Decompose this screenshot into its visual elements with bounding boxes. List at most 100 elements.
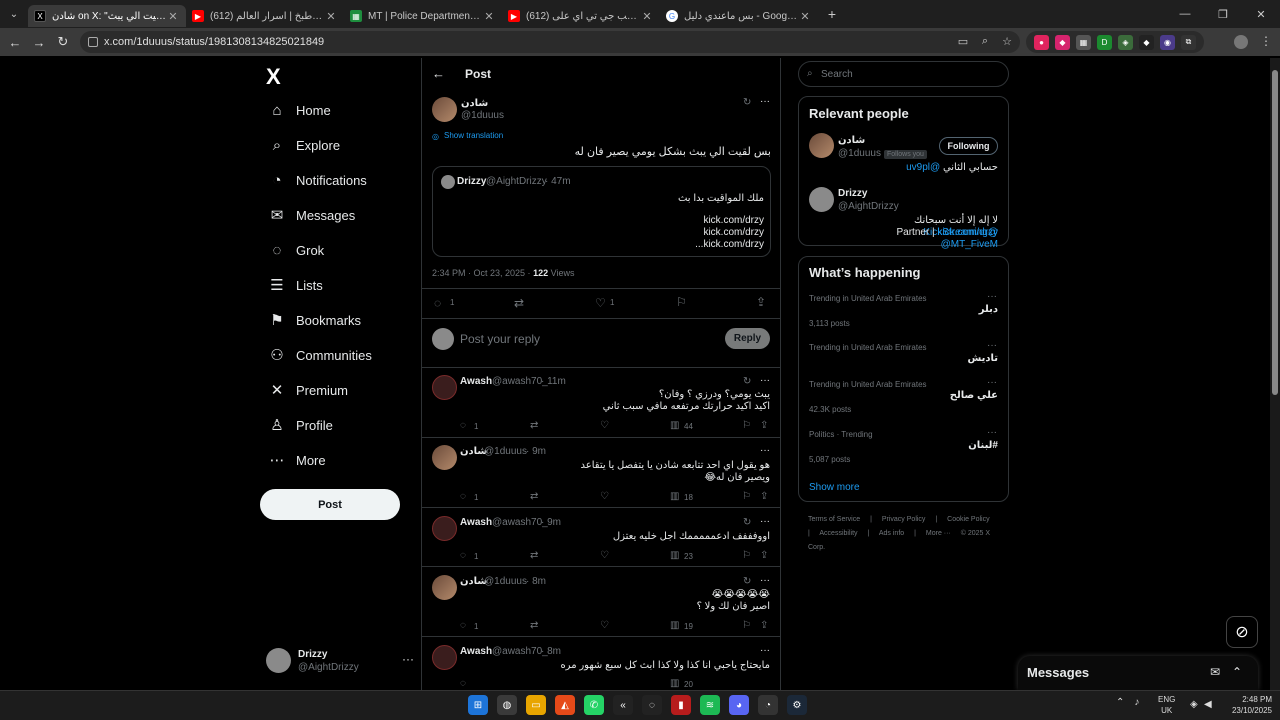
- search-input[interactable]: ⌕ Search: [798, 61, 1009, 87]
- avatar[interactable]: [432, 645, 457, 670]
- expand-up-icon[interactable]: ⌃: [1232, 665, 1242, 679]
- reply-author-handle[interactable]: @1duuus: [484, 446, 527, 457]
- like-icon[interactable]: ♡: [600, 420, 609, 431]
- nav-grok[interactable]: ◌ Grok: [268, 235, 325, 265]
- extension-grid-icon[interactable]: ▦: [1076, 34, 1091, 50]
- avatar[interactable]: [432, 375, 457, 400]
- nav-communities[interactable]: ⚇ Communities: [268, 340, 372, 370]
- site-info-icon[interactable]: [88, 37, 98, 47]
- bookmark-icon[interactable]: ⚐: [742, 420, 751, 431]
- like-icon[interactable]: ♡: [600, 491, 609, 502]
- avatar[interactable]: [432, 445, 457, 470]
- share-icon[interactable]: ⇪: [760, 620, 768, 631]
- more-dots-icon[interactable]: ···: [987, 291, 997, 302]
- person-handle[interactable]: @AightDrizzy: [838, 201, 899, 212]
- nav-explore[interactable]: ⌕ Explore: [268, 130, 340, 160]
- star-icon[interactable]: ☆: [1000, 35, 1014, 49]
- repost-icon[interactable]: ⇄: [530, 550, 538, 561]
- more-dots-icon[interactable]: ···: [987, 340, 997, 351]
- bio-link[interactable]: kick.com/drzy @MT_FiveM: [937, 227, 998, 250]
- browser-tab-2[interactable]: ▦ MT | Police Departments v7.0 - ✕: [344, 5, 502, 27]
- share-icon[interactable]: ⇪: [756, 295, 766, 309]
- brave-icon[interactable]: ◭: [555, 695, 575, 715]
- more-dots-icon[interactable]: ···: [760, 645, 770, 656]
- back-arrow-icon[interactable]: ←: [432, 66, 445, 81]
- like-icon[interactable]: ♡: [595, 296, 606, 310]
- account-switcher[interactable]: Drizzy @AightDrizzy ···: [266, 648, 416, 678]
- tab-search-icon[interactable]: ⌄: [0, 0, 28, 28]
- nav-profile[interactable]: ♙ Profile: [268, 410, 333, 440]
- compose-message-icon[interactable]: ✉: [1210, 665, 1220, 679]
- bookmark-icon[interactable]: ⚐: [676, 295, 687, 309]
- quote-link[interactable]: kick.com/drzy: [441, 215, 764, 227]
- maximize-icon[interactable]: ❐: [1204, 0, 1242, 28]
- more-dots-icon[interactable]: ···: [760, 96, 770, 107]
- volume-icon[interactable]: ◀: [1204, 699, 1212, 710]
- avatar[interactable]: [432, 575, 457, 600]
- more-dots-icon[interactable]: ···: [760, 445, 770, 456]
- post-button[interactable]: Post: [260, 489, 400, 520]
- footer-link[interactable]: Ads info: [879, 530, 904, 537]
- nav-home[interactable]: ⌂ Home: [268, 95, 330, 125]
- footer-link[interactable]: Privacy Policy: [882, 516, 926, 523]
- footer-link[interactable]: Cookie Policy: [947, 516, 989, 523]
- browser-tab-3[interactable]: ▶ (612) كيف تلعب جي تي اي على ✕: [502, 5, 660, 27]
- chrome-icon[interactable]: ◍: [497, 695, 517, 715]
- network-icon[interactable]: ◈: [1190, 699, 1198, 710]
- reply-author-name[interactable]: Awash: [460, 517, 492, 528]
- repost-icon[interactable]: ⇄: [530, 420, 538, 431]
- views-icon[interactable]: ▥: [670, 620, 679, 631]
- browser-tab-4[interactable]: G بس ماعندي دليل - Google Search ✕: [660, 5, 818, 27]
- extension-shield-icon[interactable]: ◆: [1055, 34, 1070, 50]
- quoted-post[interactable]: Drizzy @AightDrizzy · 47m ملك المواقيت ب…: [432, 166, 771, 257]
- share-icon[interactable]: ⇪: [760, 420, 768, 431]
- language-indicator[interactable]: ENG UK: [1158, 694, 1175, 716]
- microphone-icon[interactable]: ♪: [1134, 697, 1139, 708]
- author-name[interactable]: شادن: [461, 98, 488, 109]
- reply-author-name[interactable]: Awash: [460, 376, 492, 387]
- reply-icon[interactable]: ◌: [460, 678, 466, 689]
- nav-messages[interactable]: ✉ Messages: [268, 200, 356, 230]
- nav-premium[interactable]: ✕ Premium: [268, 375, 348, 405]
- close-window-icon[interactable]: ✕: [1242, 0, 1280, 28]
- grok-fab-icon[interactable]: ⊘: [1226, 616, 1258, 648]
- new-tab-icon[interactable]: +: [822, 6, 842, 22]
- avatar[interactable]: [432, 516, 457, 541]
- reply-author-name[interactable]: Awash: [460, 646, 492, 657]
- reply-author-handle[interactable]: @awash70_: [492, 646, 548, 657]
- reply-author-handle[interactable]: @1duuus: [484, 576, 527, 587]
- more-dots-icon[interactable]: ···: [987, 427, 997, 438]
- app-red-icon[interactable]: ▮: [671, 695, 691, 715]
- bookmark-icon[interactable]: ⚐: [742, 620, 751, 631]
- quote-link[interactable]: kick.com/drzy: [441, 227, 764, 239]
- views-icon[interactable]: ▥: [670, 420, 679, 431]
- app-gauge-icon[interactable]: ◔: [758, 695, 778, 715]
- repost-icon[interactable]: ⇄: [530, 620, 538, 631]
- file-explorer-icon[interactable]: ▭: [526, 695, 546, 715]
- person-handle[interactable]: @1duuus: [838, 148, 881, 159]
- person-name[interactable]: Drizzy: [838, 188, 867, 199]
- reload-icon[interactable]: ↻: [51, 34, 75, 50]
- grok-icon[interactable]: ↻: [743, 517, 751, 528]
- bio-link[interactable]: @uv9pl: [906, 162, 940, 173]
- browser-tab-0[interactable]: X شادن on X: "بس لقيت الي يبث ✕: [28, 5, 186, 27]
- browser-profile-avatar[interactable]: [1234, 35, 1248, 49]
- repost-icon[interactable]: ⇄: [530, 491, 538, 502]
- footer-link[interactable]: More ···: [926, 530, 951, 537]
- app-spinner-icon[interactable]: ◌: [642, 695, 662, 715]
- extensions-puzzle-icon[interactable]: ⧉: [1181, 34, 1196, 50]
- app-arrow-icon[interactable]: «: [613, 695, 633, 715]
- zoom-icon[interactable]: ⌕: [978, 35, 992, 49]
- nav-lists[interactable]: ☰ Lists: [268, 270, 322, 300]
- footer-link[interactable]: Accessibility: [819, 530, 857, 537]
- nav-more[interactable]: ⋯ More: [268, 445, 326, 475]
- author-handle[interactable]: @1duuus: [461, 110, 504, 121]
- steam-icon[interactable]: ⚙: [787, 695, 807, 715]
- minimize-icon[interactable]: —: [1166, 0, 1204, 28]
- messages-drawer[interactable]: Messages ✉ ⌃: [1018, 656, 1258, 690]
- close-tab-icon[interactable]: ✕: [324, 10, 338, 23]
- reply-icon[interactable]: ◌: [434, 296, 441, 310]
- reply-author-handle[interactable]: @awash70_: [492, 376, 548, 387]
- reply-icon[interactable]: ◌: [460, 491, 466, 502]
- avatar[interactable]: [809, 133, 834, 158]
